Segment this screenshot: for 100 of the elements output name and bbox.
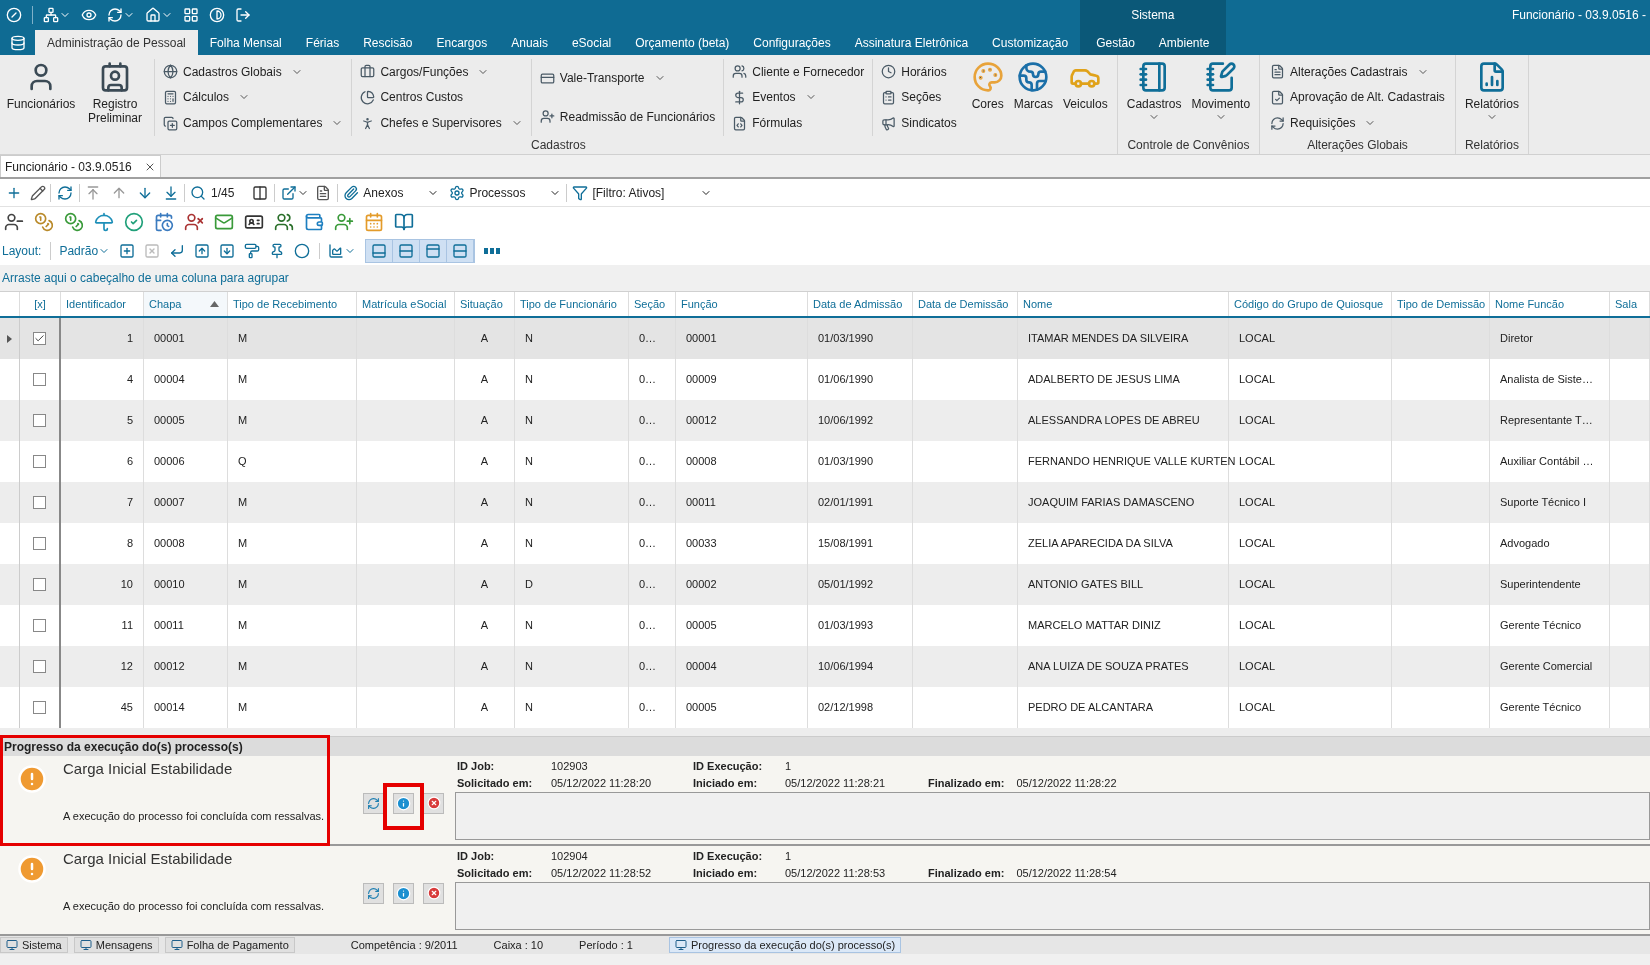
coins-icon[interactable]: [64, 212, 84, 232]
column-header[interactable]: Nome Funcão: [1490, 292, 1610, 316]
table-row[interactable]: 10 00010 M A D 0… 00002 05/01/1992 ANTONIO GATES BILL LOCAL Superintendente: [0, 564, 1650, 605]
coins-icon[interactable]: [34, 212, 54, 232]
column-header[interactable]: Tipo de Recebimento: [228, 292, 357, 316]
processes-button[interactable]: Processos: [444, 180, 567, 205]
notebook-pen-icon[interactable]: [1204, 61, 1237, 93]
ribbon-item[interactable]: Eventos: [732, 87, 865, 108]
ribbon-item[interactable]: Cálculos: [163, 87, 344, 108]
menu-tab[interactable]: Administração de Pessoal: [35, 30, 198, 55]
info-button[interactable]: [393, 792, 414, 814]
column-header[interactable]: Nome: [1018, 292, 1229, 316]
column-header[interactable]: Data de Admissão: [808, 292, 913, 316]
ribbon-button[interactable]: Cores: [968, 59, 1007, 111]
ribbon-item[interactable]: Aprovação de Alt. Cadastrais: [1270, 87, 1445, 108]
status-tab[interactable]: Folha de Pagamento: [164, 937, 295, 953]
refresh-icon[interactable]: [1270, 115, 1286, 131]
retry-button[interactable]: [363, 882, 384, 904]
panel-bottom-icon[interactable]: [371, 243, 388, 259]
return-icon[interactable]: [169, 243, 186, 259]
clipboard-icon[interactable]: [881, 90, 897, 105]
file-check-icon[interactable]: [1270, 90, 1286, 105]
menu-tab[interactable]: Férias: [293, 30, 352, 55]
cancel-button[interactable]: [423, 882, 444, 904]
eye-icon[interactable]: [81, 7, 97, 23]
chart-icon[interactable]: [328, 243, 345, 259]
ribbon-item[interactable]: Cliente e Fornecedor: [732, 61, 865, 82]
menu-tab[interactable]: Customização: [980, 30, 1081, 55]
paint-roller-icon[interactable]: [244, 243, 261, 259]
file-icon[interactable]: [315, 184, 332, 201]
pie-chart-icon[interactable]: [360, 90, 376, 105]
column-header[interactable]: [x]: [20, 292, 61, 316]
id-card-icon[interactable]: [99, 61, 131, 93]
upload-icon[interactable]: [194, 243, 211, 259]
briefcase-icon[interactable]: [360, 64, 376, 80]
globe-icon[interactable]: [163, 64, 178, 80]
export-icon[interactable]: [281, 184, 298, 201]
wallet-icon[interactable]: [304, 212, 324, 232]
panel-top-icon[interactable]: [425, 243, 442, 259]
ribbon-item[interactable]: Requisições: [1270, 113, 1445, 134]
columns-icon[interactable]: [252, 184, 269, 201]
table-row[interactable]: 5 00005 M A N 0… 00012 10/06/1992 ALESSANDRA LOPES DE ABREU LOCAL Representante T…: [0, 400, 1650, 441]
row-checkbox[interactable]: [33, 455, 46, 468]
card-icon[interactable]: [539, 70, 555, 86]
ribbon-item[interactable]: Campos Complementares: [163, 113, 344, 134]
column-header[interactable]: Chapa: [144, 292, 228, 316]
column-header[interactable]: Função: [676, 292, 808, 316]
megaphone-icon[interactable]: [881, 115, 897, 131]
row-checkbox[interactable]: [33, 373, 46, 386]
mail-icon[interactable]: [214, 212, 234, 232]
column-header[interactable]: Sala: [1610, 292, 1650, 316]
ribbon-button[interactable]: Relatórios: [1461, 59, 1522, 123]
menu-tab[interactable]: Gestão: [1084, 30, 1147, 55]
menu-tab[interactable]: Orçamento (beta): [623, 30, 742, 55]
menu-tab[interactable]: eSocial: [559, 30, 624, 55]
ribbon-item[interactable]: Cadastros Globais: [163, 61, 344, 82]
ribbon-button[interactable]: Funcionários: [6, 59, 76, 111]
ribbon-button[interactable]: Veiculos: [1060, 59, 1111, 111]
ribbon-item[interactable]: Alterações Cadastrais: [1270, 61, 1445, 82]
row-checkbox[interactable]: [33, 619, 46, 632]
document-tab[interactable]: Funcionário - 03.9.0516: [0, 155, 161, 177]
network-icon[interactable]: [43, 7, 59, 23]
search-icon[interactable]: [190, 184, 206, 201]
column-header[interactable]: Seção: [629, 292, 676, 316]
menu-tab[interactable]: Folha Mensal: [197, 30, 294, 55]
ribbon-item[interactable]: Chefes e Supervisores: [360, 113, 523, 134]
id-card-icon[interactable]: [244, 212, 264, 232]
exit-icon[interactable]: [235, 7, 251, 23]
ribbon-item[interactable]: Sindicatos: [881, 113, 957, 134]
status-tab[interactable]: Mensagens: [73, 937, 159, 953]
menu-tab[interactable]: Ambiente: [1146, 30, 1222, 55]
menu-icon[interactable]: [9, 34, 26, 51]
menu-tab[interactable]: Rescisão: [351, 30, 425, 55]
status-tab[interactable]: Sistema: [0, 937, 68, 953]
ribbon-button[interactable]: Movimento: [1188, 59, 1254, 123]
globe-icon[interactable]: [1017, 61, 1050, 93]
circle-icon[interactable]: [294, 243, 311, 259]
logo-icon[interactable]: [6, 7, 22, 23]
cancel-button[interactable]: [423, 792, 444, 814]
users-icon[interactable]: [732, 64, 748, 80]
retry-button[interactable]: [363, 792, 384, 814]
ribbon-item[interactable]: Centros Custos: [360, 87, 523, 108]
filter-button[interactable]: [Filtro: Ativos]: [567, 180, 718, 205]
rows-icon[interactable]: [398, 243, 415, 259]
row-checkbox[interactable]: [33, 660, 46, 673]
row-checkbox[interactable]: [33, 414, 46, 427]
column-header[interactable]: Código do Grupo de Quiosque: [1229, 292, 1392, 316]
ribbon-button[interactable]: Registro Preliminar: [80, 59, 150, 125]
status-tab[interactable]: Progresso da execução do(s) processo(s): [668, 937, 902, 953]
calculator-icon[interactable]: [163, 90, 178, 105]
download-icon[interactable]: [219, 243, 236, 259]
row-checkbox[interactable]: [33, 578, 46, 591]
ribbon-item[interactable]: Vale-Transporte: [539, 68, 716, 89]
table-row[interactable]: 1 00001 M A N 0… 00001 01/03/1990 ITAMAR MENDES DA SILVEIRA LOCAL Diretor: [0, 318, 1650, 359]
book-icon[interactable]: [394, 212, 414, 232]
ribbon-item[interactable]: Readmissão de Funcionários: [539, 106, 716, 127]
add-square-icon[interactable]: [119, 243, 136, 259]
umbrella-icon[interactable]: [94, 212, 114, 232]
row-checkbox[interactable]: [33, 496, 46, 509]
users-icon[interactable]: [274, 212, 294, 232]
